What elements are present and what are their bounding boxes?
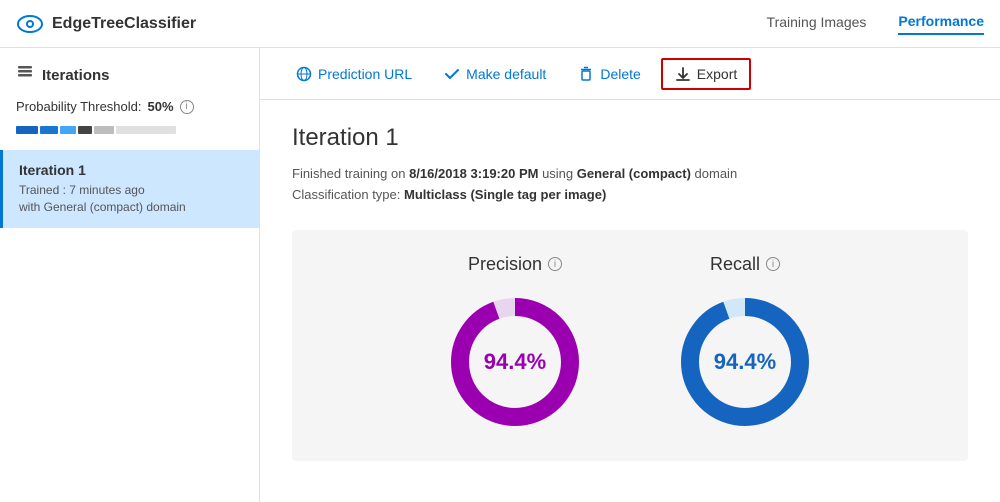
bar-seg-2 bbox=[40, 126, 58, 134]
bar-seg-1 bbox=[16, 126, 38, 134]
recall-value: 94.4% bbox=[714, 349, 776, 375]
nav-training-images[interactable]: Training Images bbox=[767, 14, 867, 34]
info-icon-precision[interactable]: i bbox=[548, 257, 562, 271]
iteration-item-title: Iteration 1 bbox=[19, 162, 243, 178]
precision-value: 94.4% bbox=[484, 349, 546, 375]
delete-icon bbox=[578, 66, 594, 82]
precision-card: Precision i 94.4% bbox=[440, 254, 590, 437]
info-line1: Finished training on 8/16/2018 3:19:20 P… bbox=[292, 164, 968, 185]
main-layout: Iterations Probability Threshold: 50% i … bbox=[0, 48, 1000, 502]
bar-seg-5 bbox=[94, 126, 114, 134]
metrics-area: Precision i 94.4% bbox=[292, 230, 968, 461]
info-prefix1: Finished training on bbox=[292, 166, 409, 181]
info-line2: Classification type: Multiclass (Single … bbox=[292, 185, 968, 206]
recall-donut: 94.4% bbox=[670, 287, 820, 437]
toolbar: Prediction URL Make default Delete bbox=[260, 48, 1000, 100]
probability-threshold-value: 50% bbox=[148, 99, 174, 114]
content-area: Prediction URL Make default Delete bbox=[260, 48, 1000, 502]
bar-seg-3 bbox=[60, 126, 76, 134]
header-nav: Training Images Performance bbox=[767, 13, 984, 35]
prediction-url-label: Prediction URL bbox=[318, 66, 412, 82]
probability-threshold-label: Probability Threshold: bbox=[16, 99, 142, 114]
iterations-icon bbox=[16, 64, 34, 87]
info-icon-recall[interactable]: i bbox=[766, 257, 780, 271]
checkmark-icon bbox=[444, 66, 460, 82]
bar-seg-6 bbox=[116, 126, 176, 134]
iteration-page-title: Iteration 1 bbox=[292, 124, 968, 152]
info-domain: General (compact) bbox=[577, 166, 691, 181]
logo-icon bbox=[16, 10, 44, 38]
sidebar-header: Iterations bbox=[0, 48, 259, 95]
precision-label: Precision bbox=[468, 254, 542, 275]
recall-label-row: Recall i bbox=[710, 254, 780, 275]
info-domain-suffix: domain bbox=[691, 166, 737, 181]
sidebar-title: Iterations bbox=[42, 67, 110, 84]
iteration-list-item[interactable]: Iteration 1 Trained : 7 minutes ago with… bbox=[0, 150, 259, 228]
app-title: EdgeTreeClassifier bbox=[52, 15, 196, 33]
export-button[interactable]: Export bbox=[661, 58, 751, 90]
nav-performance[interactable]: Performance bbox=[898, 13, 984, 35]
export-icon bbox=[675, 66, 691, 82]
prediction-url-button[interactable]: Prediction URL bbox=[284, 60, 424, 88]
iteration-item-line2: with General (compact) domain bbox=[19, 199, 243, 216]
delete-button[interactable]: Delete bbox=[566, 60, 652, 88]
iteration-item-line1: Trained : 7 minutes ago bbox=[19, 182, 243, 199]
info-icon-threshold[interactable]: i bbox=[180, 100, 194, 114]
delete-label: Delete bbox=[600, 66, 640, 82]
precision-donut: 94.4% bbox=[440, 287, 590, 437]
threshold-bar bbox=[0, 126, 259, 150]
sidebar: Iterations Probability Threshold: 50% i … bbox=[0, 48, 260, 502]
probability-threshold: Probability Threshold: 50% i bbox=[0, 95, 259, 126]
info-date: 8/16/2018 3:19:20 PM bbox=[409, 166, 538, 181]
info-suffix1: using bbox=[538, 166, 576, 181]
header-logo: EdgeTreeClassifier bbox=[16, 10, 767, 38]
export-label: Export bbox=[697, 66, 737, 82]
page-content: Iteration 1 Finished training on 8/16/20… bbox=[260, 100, 1000, 502]
bar-seg-4 bbox=[78, 126, 92, 134]
info-classification-type: Multiclass (Single tag per image) bbox=[404, 187, 606, 202]
header: EdgeTreeClassifier Training Images Perfo… bbox=[0, 0, 1000, 48]
recall-card: Recall i 94.4% bbox=[670, 254, 820, 437]
make-default-button[interactable]: Make default bbox=[432, 60, 558, 88]
info-classification-prefix: Classification type: bbox=[292, 187, 404, 202]
globe-icon bbox=[296, 66, 312, 82]
precision-label-row: Precision i bbox=[468, 254, 562, 275]
iteration-info: Finished training on 8/16/2018 3:19:20 P… bbox=[292, 164, 968, 206]
make-default-label: Make default bbox=[466, 66, 546, 82]
recall-label: Recall bbox=[710, 254, 760, 275]
